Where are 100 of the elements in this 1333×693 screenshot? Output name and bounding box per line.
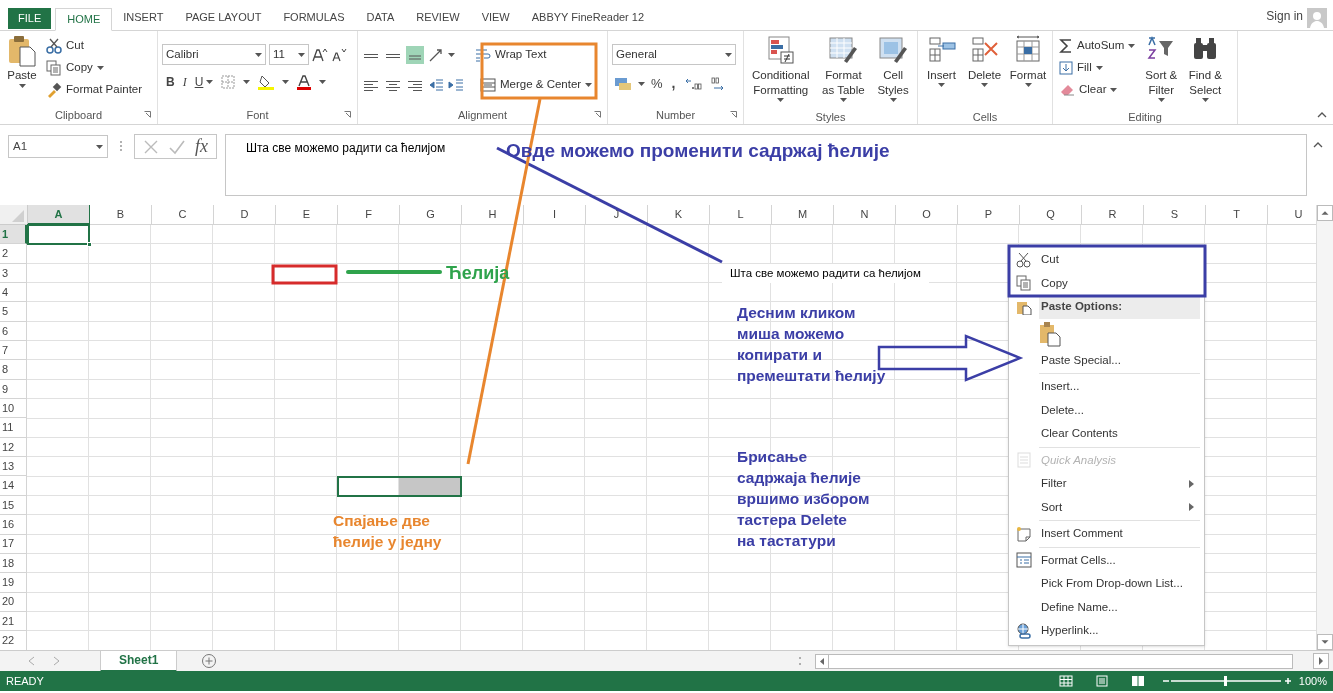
find-select-button[interactable]: Find & Select: [1185, 35, 1226, 109]
column-header[interactable]: D: [214, 205, 276, 225]
ribbon-tab[interactable]: VIEW: [470, 6, 521, 29]
menu-item[interactable]: Copy: [1039, 271, 1204, 295]
styles-button[interactable]: Conditional Formatting: [748, 35, 814, 109]
fill-button[interactable]: Fill: [1057, 57, 1138, 79]
menu-item[interactable]: Sort: [1039, 495, 1189, 519]
row-header[interactable]: 21: [0, 611, 27, 632]
menu-item[interactable]: Paste Special...: [1039, 348, 1204, 372]
column-header[interactable]: L: [710, 205, 772, 225]
paste-button[interactable]: Paste: [4, 35, 40, 106]
menu-item[interactable]: Pick From Drop-down List...: [1039, 572, 1204, 596]
number-format-dropdown[interactable]: General: [612, 44, 736, 65]
wrap-text-button[interactable]: Wrap Text: [473, 44, 549, 66]
column-header[interactable]: T: [1206, 205, 1268, 225]
column-header[interactable]: N: [834, 205, 896, 225]
ribbon-tab[interactable]: HOME: [55, 8, 113, 31]
font-name-dropdown[interactable]: Calibri: [162, 44, 266, 65]
clipboard-icon: [7, 35, 37, 67]
column-header[interactable]: K: [648, 205, 710, 225]
menu-item[interactable]: Cut: [1039, 248, 1204, 272]
menu-item[interactable]: Insert...: [1039, 375, 1204, 399]
column-header[interactable]: F: [338, 205, 400, 225]
column-header[interactable]: S: [1144, 205, 1206, 225]
ribbon-tab[interactable]: DATA: [355, 6, 406, 29]
column-header[interactable]: I: [524, 205, 586, 225]
column-header[interactable]: Q: [1020, 205, 1082, 225]
column-header[interactable]: O: [896, 205, 958, 225]
menu-item[interactable]: Format Cells...: [1039, 548, 1204, 572]
column-header[interactable]: G: [400, 205, 462, 225]
row-header[interactable]: 13: [0, 457, 27, 477]
font-size-dropdown[interactable]: 11: [269, 44, 309, 65]
zoom-level[interactable]: 100%: [1298, 672, 1327, 690]
merge-and-center-button[interactable]: Merge & Center: [478, 74, 595, 96]
insert-function-button[interactable]: fx: [195, 133, 208, 160]
row-header[interactable]: 16: [0, 515, 27, 535]
row-header[interactable]: 10: [0, 399, 27, 419]
row-header[interactable]: 11: [0, 418, 27, 438]
row-header[interactable]: 7: [0, 341, 27, 361]
sheet-tab[interactable]: Sheet1: [100, 650, 178, 672]
row-header[interactable]: 5: [0, 302, 27, 322]
row-header[interactable]: 14: [0, 476, 27, 496]
styles-button[interactable]: Format as Table: [817, 35, 870, 109]
menu-item[interactable]: Delete...: [1039, 398, 1204, 422]
scroll-up-icon: [1317, 205, 1333, 221]
copy-button[interactable]: Copy: [44, 57, 145, 79]
menu-item[interactable]: Insert Comment: [1039, 522, 1204, 546]
sort-filter-button[interactable]: Sort & Filter: [1141, 35, 1182, 109]
page-layout-view-icon: [1094, 675, 1109, 687]
menu-item[interactable]: Define Name...: [1039, 595, 1204, 619]
column-header[interactable]: C: [152, 205, 214, 225]
clear-button[interactable]: Clear: [1057, 79, 1138, 101]
cut-button[interactable]: Cut: [44, 35, 145, 57]
ribbon-tab[interactable]: INSERT: [112, 6, 175, 29]
percent-style-button[interactable]: %: [651, 73, 663, 94]
styles-button[interactable]: Cell Styles: [873, 35, 913, 109]
column-header[interactable]: H: [462, 205, 524, 225]
file-tab[interactable]: FILE: [8, 8, 52, 29]
row-header[interactable]: 3: [0, 263, 27, 284]
bold-button[interactable]: B: [166, 73, 175, 91]
row-header[interactable]: 2: [0, 244, 27, 264]
vertical-scrollbar[interactable]: [1316, 205, 1333, 650]
fill-handle[interactable]: [87, 241, 92, 247]
column-header[interactable]: E: [276, 205, 338, 225]
column-header[interactable]: J: [586, 205, 648, 225]
column-header[interactable]: P: [958, 205, 1020, 225]
menu-item[interactable]: Hyperlink...: [1039, 619, 1204, 643]
cells-button[interactable]: Format: [1008, 35, 1048, 109]
row-header[interactable]: 18: [0, 553, 27, 574]
ribbon-tab[interactable]: REVIEW: [405, 6, 471, 29]
format-painter-button[interactable]: Format Painter: [44, 79, 145, 101]
underline-button[interactable]: U: [194, 73, 214, 91]
column-header[interactable]: R: [1082, 205, 1144, 225]
cells-button[interactable]: Delete: [965, 35, 1004, 109]
row-header[interactable]: 6: [0, 321, 27, 342]
ribbon-tab[interactable]: FORMULAS: [272, 6, 356, 29]
row-header[interactable]: 15: [0, 495, 27, 516]
row-header[interactable]: 1: [0, 225, 27, 245]
menu-item[interactable]: Clear Contents: [1039, 422, 1204, 446]
name-box[interactable]: A1: [8, 135, 108, 158]
row-header[interactable]: 12: [0, 437, 27, 458]
ribbon-tab[interactable]: ABBYY FineReader 12: [520, 6, 656, 29]
sign-in-link[interactable]: Sign in: [1266, 7, 1303, 25]
row-header[interactable]: 17: [0, 534, 27, 554]
italic-button[interactable]: I: [182, 73, 187, 91]
row-header[interactable]: 20: [0, 592, 27, 612]
menu-item[interactable]: Filter: [1039, 472, 1189, 496]
ribbon-tab[interactable]: PAGE LAYOUT: [174, 6, 273, 29]
cells-button[interactable]: Insert: [922, 35, 961, 109]
autosum-button[interactable]: AutoSum: [1057, 35, 1138, 57]
row-header[interactable]: 19: [0, 573, 27, 593]
comma-style-button[interactable]: ,: [668, 73, 679, 94]
row-header[interactable]: 8: [0, 360, 27, 380]
horizontal-scrollbar[interactable]: [815, 653, 1293, 669]
middle-align-icon: [386, 52, 400, 58]
column-header[interactable]: B: [90, 205, 152, 225]
row-header[interactable]: 9: [0, 379, 27, 400]
column-header[interactable]: A: [28, 205, 90, 225]
row-header[interactable]: 4: [0, 283, 27, 303]
column-header[interactable]: M: [772, 205, 834, 225]
